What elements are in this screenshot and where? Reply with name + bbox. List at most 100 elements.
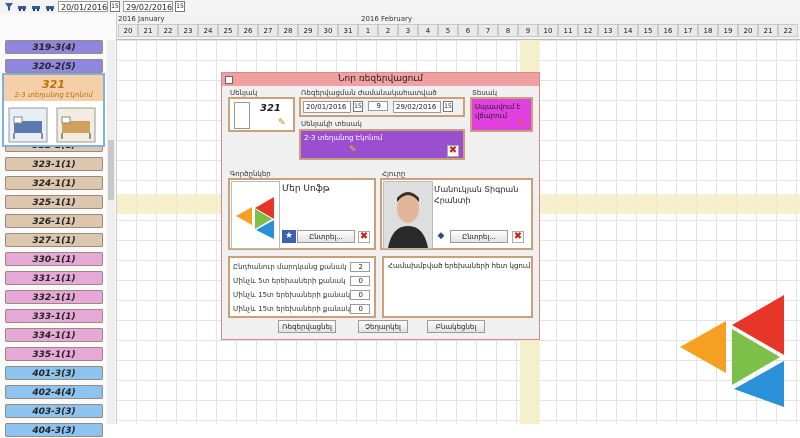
count-label: Մինչև 5տ երեխաների քանակ xyxy=(233,277,346,285)
day-cell: 8 xyxy=(498,24,518,37)
day-cell: 20 xyxy=(738,24,758,37)
room-label: Սենյակ xyxy=(230,89,258,97)
count-label: Մինչև 15տ երեխաների քանակ xyxy=(233,305,351,313)
count-stepper[interactable]: 0 xyxy=(350,276,370,286)
timeline-header: 2016 January 2016 February 20 21 22 23 24 25 2… xyxy=(116,14,800,40)
room-door-icon xyxy=(234,102,250,129)
day-cell: 23 xyxy=(178,24,198,37)
partner-select-button[interactable]: Ընտրել... xyxy=(297,230,355,243)
room-item[interactable]: 332-1(1) xyxy=(5,290,103,304)
type-edit-icon[interactable]: ✎ xyxy=(518,119,526,129)
count-stepper[interactable]: 0 xyxy=(350,304,370,314)
start-date-input[interactable]: 20/01/2016 xyxy=(58,1,108,12)
room-item[interactable]: 333-1(1) xyxy=(5,309,103,323)
room-type-clear-button[interactable]: ✖ xyxy=(447,145,459,157)
reserve-button[interactable]: Ռեզերվացնել xyxy=(278,320,336,333)
room-item[interactable]: 335-1(1) xyxy=(5,347,103,361)
day-cell: 26 xyxy=(238,24,258,37)
room-item[interactable]: 402-4(4) xyxy=(5,385,103,399)
day-cell: 27 xyxy=(258,24,278,37)
day-cell: 29 xyxy=(298,24,318,37)
type-box[interactable]: Սպասվում է վճարում ✎ xyxy=(470,97,533,132)
car-icon[interactable] xyxy=(17,2,27,12)
scrollbar-thumb[interactable] xyxy=(108,140,114,200)
day-cell: 2 xyxy=(378,24,398,37)
day-cell: 7 xyxy=(478,24,498,37)
bed-icon-2 xyxy=(56,107,96,143)
day-cell: 12 xyxy=(578,24,598,37)
room-item[interactable]: 320-2(5) xyxy=(5,59,103,73)
brand-logo xyxy=(680,295,784,407)
room-item[interactable]: 327-1(1) xyxy=(5,233,103,247)
type-label: Տեսակ xyxy=(472,89,498,97)
day-cell: 4 xyxy=(418,24,438,37)
day-cell: 10 xyxy=(538,24,558,37)
filter-icon[interactable] xyxy=(4,2,14,12)
room-box[interactable]: 321 ✎ xyxy=(228,97,295,132)
partner-star-icon: ★ xyxy=(282,230,296,243)
count-stepper[interactable]: 0 xyxy=(350,290,370,300)
room-item[interactable]: 326-1(1) xyxy=(5,214,103,228)
room-list-scrollbar[interactable] xyxy=(107,40,115,424)
room-item[interactable]: 404-3(3) xyxy=(5,423,103,437)
guest-clear-button[interactable]: ✖ xyxy=(512,231,524,243)
day-cell: 21 xyxy=(138,24,158,37)
dialog-title: Նոր ռեզերվացում xyxy=(222,73,539,86)
day-cell: 13 xyxy=(598,24,618,37)
guest-box: Մանուկյան Տիգրան Հրանտի ◆ Ընտրել... ✖ xyxy=(380,178,533,250)
end-calendar-icon[interactable]: 15 xyxy=(175,1,185,12)
period-box: 20/01/2016 15 9 29/02/2016 15 xyxy=(299,97,465,117)
count-label: Մինչև 15տ երեխաների քանակ xyxy=(233,291,351,299)
room-item[interactable]: 325-1(1) xyxy=(5,195,103,209)
room-item[interactable]: 403-3(3) xyxy=(5,404,103,418)
selected-room-type: 2-3 տեղանոց Էկոնոմ xyxy=(14,91,93,99)
partner-box: Մեր Սոֆթ ★ Ընտրել... ✖ xyxy=(228,178,376,250)
day-cell: 25 xyxy=(218,24,238,37)
notes-box[interactable]: Համախմբված երեխաների հետ կցում xyxy=(382,256,533,318)
day-cell: 18 xyxy=(698,24,718,37)
day-cell: 28 xyxy=(278,24,298,37)
room-type-box[interactable]: 2-3 տեղանոց Էկոնոմ ✎ ✖ xyxy=(299,129,465,160)
car-icon-2[interactable] xyxy=(31,2,41,12)
car-icon-3[interactable] xyxy=(45,2,55,12)
partner-name: Մեր Սոֆթ xyxy=(282,184,330,194)
room-item[interactable]: 401-3(3) xyxy=(5,366,103,380)
selected-room-card[interactable]: 321 2-3 տեղանոց Էկոնոմ xyxy=(2,73,105,147)
partner-clear-button[interactable]: ✖ xyxy=(358,231,370,243)
count-stepper[interactable]: 2 xyxy=(350,262,370,272)
day-cell: 20 xyxy=(118,24,138,37)
check-in-button[interactable]: Բնակեցնել xyxy=(427,320,485,333)
day-cell: 17 xyxy=(678,24,698,37)
guest-select-button[interactable]: Ընտրել... xyxy=(450,230,508,243)
nights-stepper[interactable]: 9 xyxy=(368,101,388,111)
day-cell: 11 xyxy=(558,24,578,37)
room-item[interactable]: 319-3(4) xyxy=(5,40,103,54)
room-type-label: Սենյակի տեսակ xyxy=(301,120,362,128)
room-type-edit-icon[interactable]: ✎ xyxy=(349,145,357,155)
end-date-input[interactable]: 29/02/2016 xyxy=(123,1,173,12)
room-item[interactable]: 324-1(1) xyxy=(5,176,103,190)
period-start-input[interactable]: 20/01/2016 xyxy=(303,101,351,113)
toolbar: 20/01/2016 15 29/02/2016 15 xyxy=(0,0,800,15)
room-item[interactable]: 331-1(1) xyxy=(5,271,103,285)
room-edit-icon[interactable]: ✎ xyxy=(278,118,286,128)
month-label-january: 2016 January xyxy=(118,15,165,23)
day-cell: 5 xyxy=(438,24,458,37)
period-end-calendar-icon[interactable]: 15 xyxy=(443,101,453,112)
start-calendar-icon[interactable]: 15 xyxy=(110,1,120,12)
room-type-value: 2-3 տեղանոց Էկոնոմ xyxy=(304,134,383,142)
period-start-calendar-icon[interactable]: 15 xyxy=(353,101,363,112)
cancel-button[interactable]: Չեղարկել xyxy=(358,320,408,333)
day-cell: 6 xyxy=(458,24,478,37)
count-label: Ընդհանուր մարդկանց քանակ xyxy=(233,263,347,271)
day-cell: 30 xyxy=(318,24,338,37)
period-end-input[interactable]: 29/02/2016 xyxy=(393,101,441,113)
partners-label: Գործընկեր xyxy=(230,170,271,178)
day-cell: 31 xyxy=(338,24,358,37)
room-item[interactable]: 323-1(1) xyxy=(5,157,103,171)
new-reservation-dialog: Նոր ռեզերվացում Սենյակ 321 ✎ Ռեզերվացման… xyxy=(221,72,540,340)
day-cell: 9 xyxy=(518,24,538,37)
day-cell: 1 xyxy=(358,24,378,37)
room-item[interactable]: 334-1(1) xyxy=(5,328,103,342)
room-item[interactable]: 330-1(1) xyxy=(5,252,103,266)
